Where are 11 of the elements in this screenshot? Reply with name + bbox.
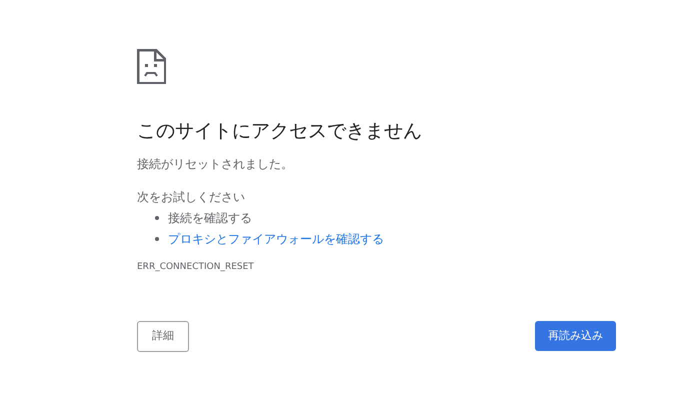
reload-button[interactable]: 再読み込み (535, 321, 616, 351)
bullet-icon (155, 237, 159, 241)
error-code: ERR_CONNECTION_RESET (137, 261, 255, 274)
error-heading: このサイトにアクセスできません (137, 119, 423, 143)
suggestion-link[interactable]: プロキシとファイアウォールを確認する (168, 230, 384, 248)
suggestion-text: 接続を確認する (168, 210, 252, 227)
error-message: 接続がリセットされました。 (137, 156, 294, 173)
bullet-icon (155, 216, 159, 220)
details-button[interactable]: 詳細 (137, 320, 189, 352)
suggestions-title: 次をお試しください (137, 189, 246, 206)
sad-page-icon (137, 49, 166, 84)
